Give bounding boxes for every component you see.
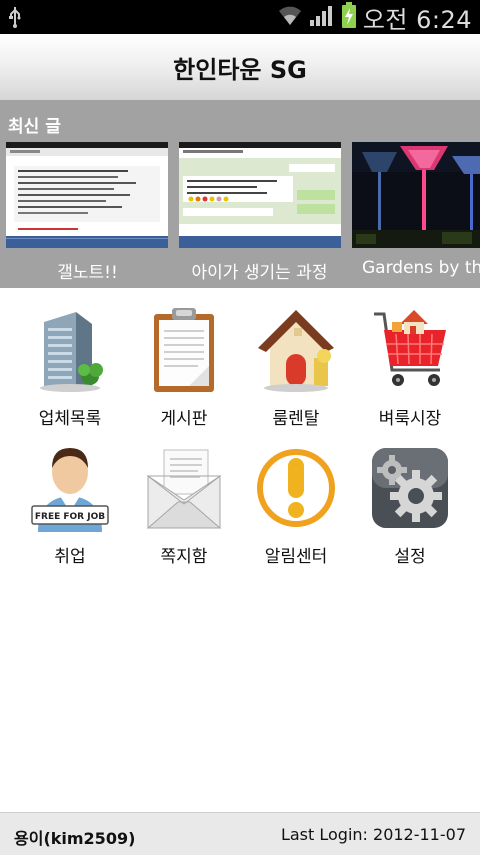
menu-item-label: 벼룩시장 <box>378 409 442 429</box>
menu-item-messages[interactable]: 쪽지함 <box>124 438 244 568</box>
menu-item-room-rental[interactable]: 룸렌탈 <box>236 300 356 430</box>
user-name: 용이(kim2509) <box>14 829 136 848</box>
recent-post-caption-3[interactable]: Gardens by th <box>362 258 480 278</box>
signal-icon <box>309 4 335 30</box>
menu-item-flea-market[interactable]: 벼룩시장 <box>350 300 470 430</box>
footer-bar: 용이(kim2509) Last Login: 2012-11-07 <box>0 812 480 855</box>
clock-label: 오전 6:24 <box>362 5 472 34</box>
recent-post-thumbnail-2[interactable] <box>179 142 341 248</box>
clipboard-icon <box>144 304 224 394</box>
alert-icon <box>256 442 336 532</box>
menu-item-directory[interactable]: 업체목록 <box>10 300 130 430</box>
job-sign-text: FREE FOR JOB <box>35 512 105 522</box>
menu-item-settings[interactable]: 설정 <box>350 438 470 568</box>
menu-item-label: 설정 <box>394 547 426 567</box>
shopping-cart-icon <box>370 304 450 394</box>
job-seeker-icon: FREE FOR JOB <box>30 442 110 532</box>
recent-posts-header: 최신 글 <box>8 117 61 137</box>
battery-charging-icon <box>341 2 357 32</box>
gear-icon <box>370 442 450 532</box>
recent-post-caption-1[interactable]: 갤노트!! <box>0 258 175 283</box>
recent-post-thumbnail-1[interactable] <box>6 142 168 248</box>
building-icon <box>30 304 110 394</box>
recent-posts-strip[interactable]: 최신 글 갤노트!! 아이가 생기는 과정 Gardens by th <box>0 100 480 288</box>
menu-item-notification-center[interactable]: 알림센터 <box>236 438 356 568</box>
app-title: 한인타운 SG <box>173 56 307 84</box>
menu-item-label: 쪽지함 <box>160 547 208 567</box>
menu-item-board[interactable]: 게시판 <box>124 300 244 430</box>
recent-post-thumbnail-3[interactable] <box>352 142 480 248</box>
recent-post-caption-2[interactable]: 아이가 생기는 과정 <box>172 258 347 283</box>
title-bar: 한인타운 SG <box>0 34 480 101</box>
last-login: Last Login: 2012-11-07 <box>280 825 466 844</box>
wifi-icon <box>277 3 303 31</box>
envelope-icon <box>144 442 224 532</box>
menu-item-label: 알림센터 <box>264 547 328 567</box>
status-bar: 오전 6:24 <box>0 0 480 34</box>
house-icon <box>256 304 336 394</box>
menu-item-jobs[interactable]: FREE FOR JOB 취업 <box>10 438 130 568</box>
menu-item-label: 업체목록 <box>38 409 102 429</box>
menu-item-label: 룸렌탈 <box>272 409 320 429</box>
usb-icon <box>6 6 24 32</box>
menu-item-label: 취업 <box>54 547 86 567</box>
menu-item-label: 게시판 <box>160 409 208 429</box>
